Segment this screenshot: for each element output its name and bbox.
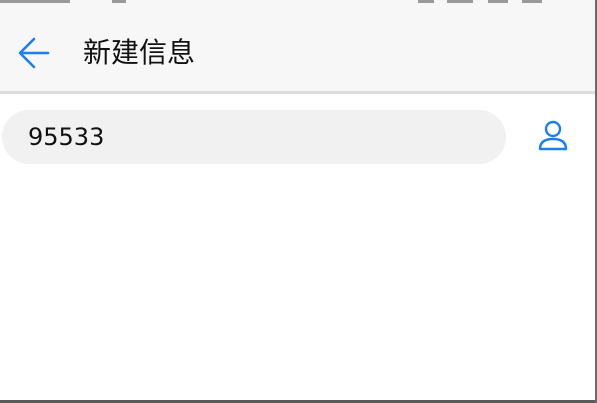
person-icon — [535, 118, 571, 158]
header-divider — [0, 91, 597, 94]
status-bar-icon — [488, 0, 508, 3]
recipient-input[interactable] — [28, 110, 480, 164]
recipient-field[interactable] — [2, 110, 506, 164]
status-bar-icon — [522, 0, 542, 3]
app-bar: 新建信息 — [0, 6, 597, 91]
page-title: 新建信息 — [83, 36, 196, 69]
arrow-left-icon — [16, 35, 52, 75]
back-button[interactable] — [12, 33, 56, 77]
status-bar-left-indicators — [0, 0, 70, 3]
status-bar-icon — [447, 0, 473, 3]
select-contact-button[interactable] — [530, 115, 576, 161]
status-bar-icon — [112, 0, 126, 3]
status-bar-icon — [418, 0, 434, 3]
